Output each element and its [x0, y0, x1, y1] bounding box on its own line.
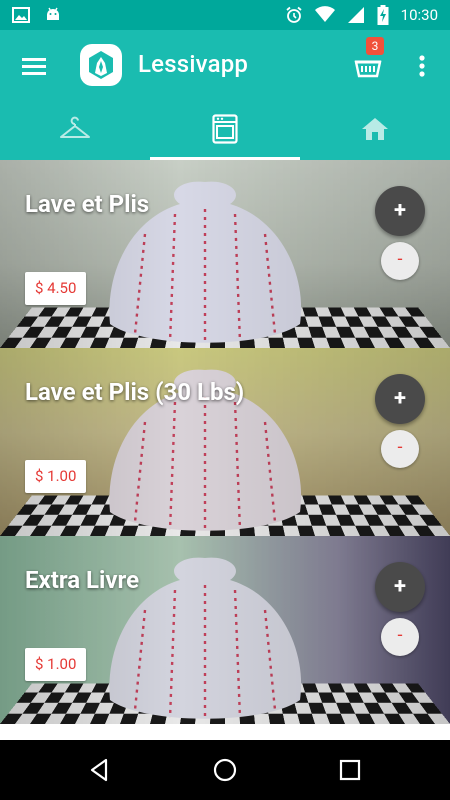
- tab-home[interactable]: [300, 102, 450, 160]
- add-button[interactable]: +: [375, 374, 425, 424]
- remove-button[interactable]: -: [381, 430, 419, 468]
- product-name: Extra Livre: [25, 566, 140, 594]
- menu-icon[interactable]: [20, 52, 48, 80]
- price-tag: $ 4.50: [25, 272, 87, 305]
- remove-button[interactable]: -: [381, 242, 419, 280]
- tab-clothes[interactable]: [0, 102, 150, 160]
- signal-icon: [347, 6, 365, 24]
- system-nav-bar: [0, 740, 450, 800]
- tab-laundry[interactable]: [150, 102, 300, 160]
- product-card[interactable]: Lave et Plis (30 Lbs) $ 1.00 + -: [0, 348, 450, 536]
- remove-button[interactable]: -: [381, 618, 419, 656]
- product-card[interactable]: Extra Livre $ 1.00 + -: [0, 536, 450, 724]
- battery-charging-icon: [377, 5, 389, 25]
- hanger-icon: [59, 115, 91, 147]
- cart-count-badge: 3: [366, 37, 384, 55]
- alarm-icon: [285, 6, 303, 24]
- washing-machine-icon: [212, 114, 238, 148]
- recents-icon[interactable]: [336, 756, 364, 784]
- product-card[interactable]: Lave et Plis $ 4.50 + -: [0, 160, 450, 348]
- app-title: Lessivapp: [138, 50, 249, 78]
- list-footer: [0, 724, 450, 740]
- image-icon: [12, 6, 30, 24]
- app-bar: Lessivapp 3: [0, 30, 450, 102]
- more-vert-icon[interactable]: [412, 52, 432, 80]
- product-name: Lave et Plis: [25, 190, 150, 218]
- price-tag: $ 1.00: [25, 648, 87, 681]
- wifi-icon: [314, 6, 335, 24]
- tab-bar: [0, 102, 450, 160]
- price-tag: $ 1.00: [25, 460, 87, 493]
- add-button[interactable]: +: [375, 562, 425, 612]
- add-button[interactable]: +: [375, 186, 425, 236]
- home-icon: [361, 116, 389, 146]
- status-time: 10:30: [400, 6, 438, 24]
- app-logo-icon: [80, 44, 122, 86]
- back-icon[interactable]: [86, 756, 114, 784]
- home-circle-icon[interactable]: [211, 756, 239, 784]
- android-icon: [44, 6, 62, 24]
- product-name: Lave et Plis (30 Lbs): [25, 378, 245, 406]
- status-bar: 10:30: [0, 0, 450, 30]
